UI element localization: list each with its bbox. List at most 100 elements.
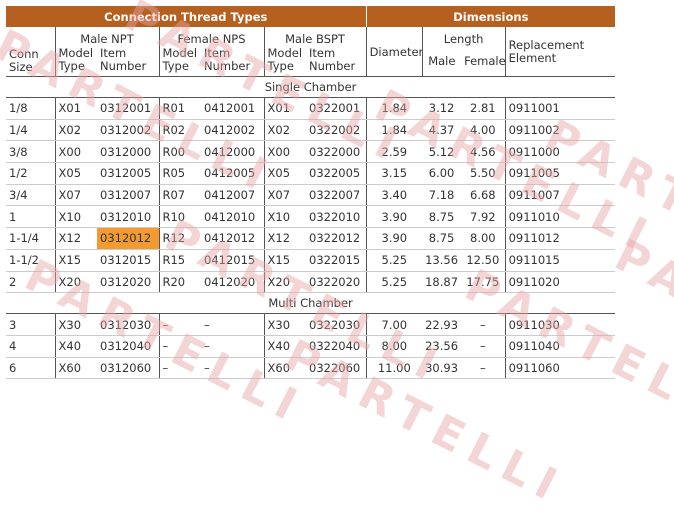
length-male-header: Male [421, 47, 462, 77]
table-cell: 8.00 [365, 335, 423, 358]
section-header: Multi Chamber [6, 292, 616, 315]
table-row: 3/4 X07 0312007 R07 0412007 X07 0322007 3.40 7.1… [6, 184, 616, 207]
table-cell: 0911007 [504, 184, 616, 207]
table-cell: X20 [263, 271, 306, 294]
table-row: 1-1/4 X12 0312012 R12 0412012 X12 0322012 3.90 8… [6, 227, 616, 250]
length-female-header: Female [464, 54, 506, 68]
table-cell: 0412005 [201, 162, 264, 185]
table-row: 4 X40 0312040– – X40 0322040 8.00 23.56–0911040 [6, 335, 616, 358]
table-cell: 0911000 [504, 140, 616, 164]
table-row: 6 X60 0312060– – X60 0322060 11.00 30.93–091106… [6, 357, 616, 380]
table-cell: 7.00 [365, 313, 423, 336]
table-row: 1-1/2 X15 0312015 R15 0412015 X15 0322015 5.25 1… [6, 249, 616, 272]
table-row: 2 X20 0312020 R20 0412020 X20 0322020 5.25 18.87… [6, 271, 616, 294]
table-cell: 5.25 [365, 271, 423, 294]
table-cell: – [461, 357, 506, 380]
section-header: Single Chamber [6, 76, 616, 98]
table-cell: 2.59 [365, 140, 423, 164]
table-cell: R00 [158, 140, 201, 164]
table-cell: 0322002 [306, 119, 367, 142]
table-cell: X00 [54, 140, 97, 164]
table-cell: 0322001 [306, 97, 367, 120]
table-cell: X01 [54, 97, 97, 120]
table-cell: X60 [54, 357, 97, 380]
table-cell: 30.93 [422, 357, 462, 380]
table-cell: 0322020 [306, 271, 367, 294]
table-cell: 0412010 [201, 205, 264, 229]
table-cell: 6 [6, 357, 55, 380]
table-cell: 3.12 [422, 97, 462, 120]
spec-table: Connection Thread Types Dimensions Conn … [6, 6, 616, 380]
table-cell: X01 [263, 97, 306, 120]
table-cell: 3/8 [6, 140, 55, 164]
table-cell: X07 [54, 184, 97, 207]
male-npt-header: Male NPT [54, 27, 159, 47]
table-cell: 1/4 [6, 119, 55, 142]
table-row: 3/8 X00 0312000 R00 0412000 X00 0322000 2.59 5.1… [6, 140, 616, 164]
table-cell: X40 [263, 335, 306, 358]
table-cell: 3.90 [365, 205, 423, 229]
table-cell: 2.81 [461, 97, 506, 120]
table-cell: 0312005 [97, 162, 159, 185]
table-cell: 0312000 [97, 140, 159, 164]
table-cell: 0322040 [306, 335, 367, 358]
male-npt-model-header: Model Type [54, 47, 97, 77]
table-cell: X07 [263, 184, 306, 207]
table-cell: 17.75 [461, 271, 506, 294]
male-bspt-model-header: Model Type [263, 47, 306, 77]
table-cell: 0911005 [504, 162, 616, 185]
male-bspt-header: Male BSPT [263, 27, 367, 47]
table-cell: X30 [263, 313, 306, 336]
header-row: Connection Thread Types Dimensions [6, 6, 616, 27]
table-row: 1/4 X02 0312002 R02 0412002 X02 0322002 1.84 4.3… [6, 119, 616, 142]
table-cell: X15 [263, 249, 306, 272]
table-cell: X30 [54, 313, 97, 336]
table-cell: 3.90 [365, 227, 423, 250]
table-cell: 12.50 [461, 249, 506, 272]
table-cell: 4.00 [461, 119, 506, 142]
table-cell: 4.37 [422, 119, 462, 142]
table-cell: X05 [54, 162, 97, 185]
table-cell: 0322000 [306, 140, 367, 164]
female-nps-model-header: Model Type [158, 47, 201, 77]
table-row: 1/2 X05 0312005 R05 0412005 X05 0322005 3.15 6.0… [6, 162, 616, 185]
table-cell: 0911040 [504, 335, 616, 358]
table-cell: 0412007 [201, 184, 264, 207]
table-cell: 4.56 [461, 140, 506, 164]
length-header: Length [421, 27, 506, 47]
table-cell: 8.75 [422, 205, 462, 229]
spec-table-container: Connection Thread Types Dimensions Conn … [6, 6, 616, 380]
table-cell: 5.12 [422, 140, 462, 164]
connection-header: Connection Thread Types [6, 6, 367, 27]
table-cell: 1/2 [6, 162, 55, 185]
table-cell: 3 [6, 313, 55, 336]
table-cell: R07 [158, 184, 201, 207]
table-cell: 0312030 [97, 313, 159, 336]
table-cell: R10 [158, 205, 201, 229]
table-cell: R12 [158, 227, 201, 250]
table-cell: 8.00 [461, 227, 506, 250]
table-cell: – [201, 335, 264, 358]
table-cell: 4 [6, 335, 55, 358]
table-cell: X02 [54, 119, 97, 142]
table-cell: – [158, 335, 201, 358]
table-cell: 0312060 [97, 357, 159, 380]
table-cell: R05 [158, 162, 201, 185]
table-cell: R15 [158, 249, 201, 272]
table-cell: 0312012 [97, 227, 159, 250]
table-cell: – [158, 357, 201, 380]
table-cell: 3.40 [365, 184, 423, 207]
section-title: Multi Chamber [6, 292, 616, 315]
diameter-header: Diameter [365, 27, 423, 77]
table-cell: 0312007 [97, 184, 159, 207]
table-cell: X05 [263, 162, 306, 185]
table-cell: 0911002 [504, 119, 616, 142]
table-cell: 0312020 [97, 271, 159, 294]
table-cell: X02 [263, 119, 306, 142]
table-cell: 6.68 [461, 184, 506, 207]
table-cell: 0911012 [504, 227, 616, 250]
table-cell: R02 [158, 119, 201, 142]
table-cell: 11.00 [365, 357, 423, 380]
table-row: 1/8 X01 0312001 R01 0412001 X01 0322001 1.84 3.1… [6, 97, 616, 120]
table-cell: 13.56 [422, 249, 462, 272]
